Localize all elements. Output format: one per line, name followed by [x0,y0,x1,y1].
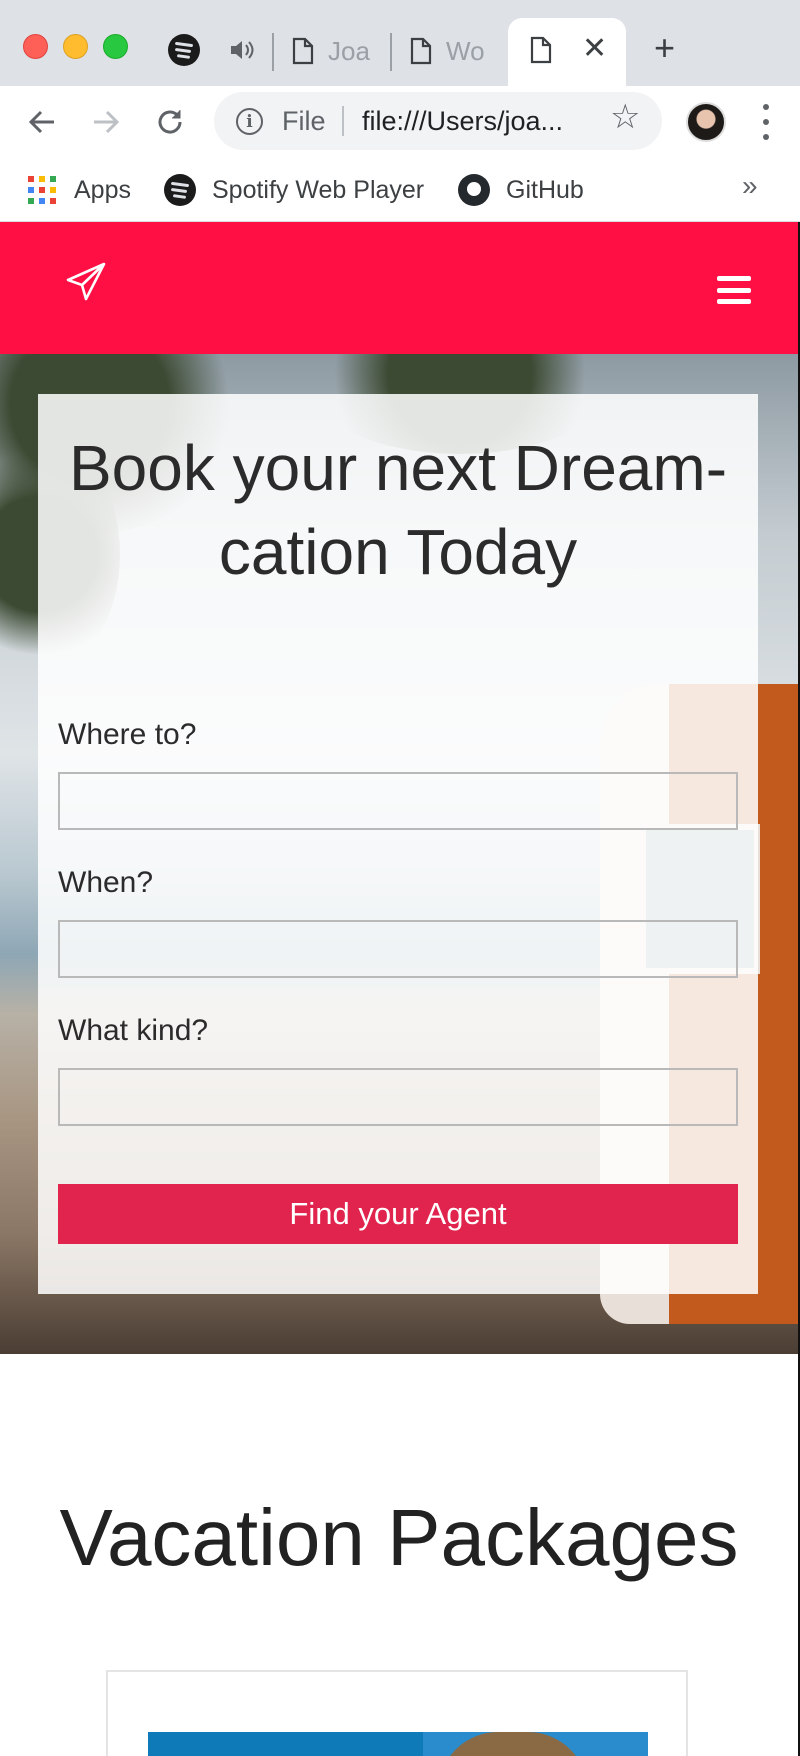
scheme-label: File [282,106,326,136]
document-icon [292,37,314,65]
profile-avatar[interactable] [686,102,726,142]
close-window-button[interactable] [23,34,48,59]
browser-tab-strip: Joa Wo ✕ + [0,0,800,88]
tab-title: Wo [446,35,485,66]
arrow-right-icon [94,110,120,134]
tab-active[interactable] [508,18,626,88]
reload-icon [158,110,182,134]
omnibox-separator [342,106,344,136]
booking-form: Book your next Dream-cation Today Where … [38,394,758,1294]
reload-button[interactable] [146,98,194,146]
bookmarks-overflow-button[interactable]: » [742,170,758,202]
tab-document-2[interactable]: Wo [410,30,494,72]
maximize-window-button[interactable] [103,34,128,59]
github-icon [458,174,490,206]
bookmark-apps[interactable]: Apps [28,170,131,210]
spotify-icon [168,34,200,66]
tab-document-1[interactable]: Joa [292,30,392,72]
kebab-dot-icon [763,133,769,140]
tab-title: Joa [328,35,370,66]
kebab-dot-icon [763,104,769,111]
arrow-left-icon [28,110,54,134]
find-agent-button[interactable]: Find your Agent [58,1184,738,1244]
browser-toolbar: i File file:///Users/joa... ☆ [0,86,800,160]
tab-audio[interactable] [224,32,260,68]
new-tab-button[interactable]: + [654,30,675,66]
bookmark-github[interactable]: GitHub [458,170,584,210]
booking-title: Book your next Dream-cation Today [68,432,728,588]
minimize-window-button[interactable] [63,34,88,59]
trip-type-input[interactable] [58,1068,738,1126]
destination-label: Where to? [58,718,197,751]
address-bar[interactable]: i File file:///Users/joa... ☆ [214,92,662,150]
packages-heading: Vacation Packages [59,1493,739,1582]
tab-separator [272,33,274,71]
package-image [148,1732,648,1756]
package-card[interactable] [106,1670,688,1756]
document-icon [410,37,432,65]
trip-type-label: What kind? [58,1014,209,1047]
hamburger-menu-icon[interactable] [717,276,751,304]
back-button[interactable] [18,98,66,146]
info-icon[interactable]: i [236,108,263,135]
bookmark-label: GitHub [506,175,584,204]
tab-separator [390,33,392,71]
bookmark-spotify[interactable]: Spotify Web Player [164,170,424,210]
tab-spotify[interactable] [166,32,202,68]
kebab-dot-icon [763,118,769,125]
date-label: When? [58,866,154,899]
apps-grid-icon [28,176,56,204]
spotify-icon [164,174,196,206]
bookmark-label: Spotify Web Player [212,175,425,204]
browser-menu-button[interactable] [754,100,778,144]
paper-plane-icon[interactable] [64,260,108,304]
date-input[interactable] [58,920,738,978]
bookmark-label: Apps [74,175,131,204]
url-text[interactable]: file:///Users/joa... [362,106,563,137]
speaker-icon [231,41,254,59]
document-icon [530,36,552,64]
close-tab-button[interactable]: ✕ [582,34,607,64]
forward-button[interactable] [82,98,130,146]
bookmarks-bar: Apps Spotify Web Player GitHub [0,160,800,222]
site-navbar [0,222,800,354]
bookmark-star-icon[interactable]: ☆ [610,100,640,134]
destination-input[interactable] [58,772,738,830]
